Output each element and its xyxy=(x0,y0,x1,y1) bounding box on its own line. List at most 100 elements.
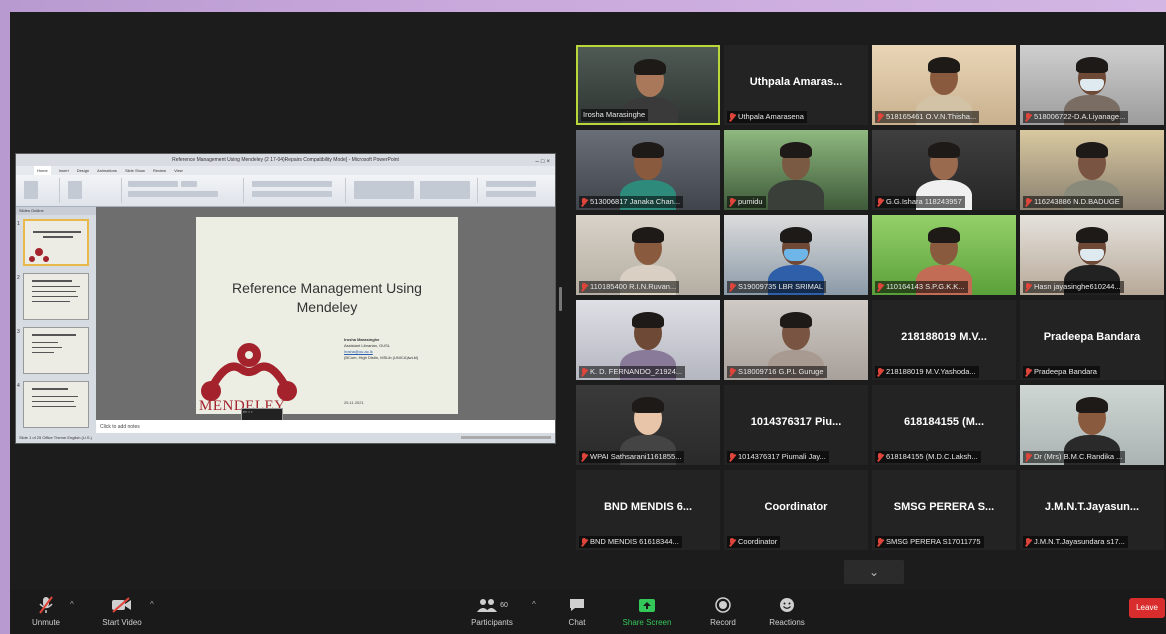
align-icons[interactable] xyxy=(252,191,332,197)
quick-styles[interactable] xyxy=(420,181,470,199)
paste-icon[interactable] xyxy=(24,181,38,199)
font-format-icons[interactable] xyxy=(128,191,218,197)
participant-tile[interactable]: S19009735 LBR SRIMAL xyxy=(724,215,868,295)
participant-display-name: 1014376317 Piu... xyxy=(750,416,842,428)
participant-tile[interactable]: SMSG PERERA S... SMSG PERERA S17011775 xyxy=(872,470,1016,550)
participant-tile[interactable]: Uthpala Amaras... Uthpala Amarasena xyxy=(724,45,868,125)
ribbon-tab[interactable]: Slide Show xyxy=(125,166,145,175)
thumb-number: 1 xyxy=(17,221,20,227)
thumb-line xyxy=(32,401,74,402)
split-resize-handle[interactable] xyxy=(559,287,562,311)
font-name-box[interactable] xyxy=(128,181,178,187)
ribbon-tab[interactable]: Insert xyxy=(59,166,69,175)
start-video-label: Start Video xyxy=(102,618,142,627)
new-slide-icon[interactable] xyxy=(68,181,82,199)
participant-hair xyxy=(928,142,960,158)
ribbon xyxy=(16,175,555,207)
slide-title[interactable]: Reference Management Using Mendeley xyxy=(206,279,448,317)
participant-tile[interactable]: 218188019 M.V... 218188019 M.V.Yashoda... xyxy=(872,300,1016,380)
participant-tile[interactable]: K. D. FERNANDO_21924... xyxy=(576,300,720,380)
shapes-gallery[interactable] xyxy=(354,181,414,199)
slide-editing-canvas[interactable]: Reference Management Using Mendeley MEND… xyxy=(96,207,555,433)
participant-tile[interactable]: BND MENDIS 6... BND MENDIS 61618344... xyxy=(576,470,720,550)
powerpoint-body: Slides Outline 1 2 3 4 Reference Managem… xyxy=(16,207,555,434)
participant-tile[interactable]: 513006817 Janaka Chan... xyxy=(576,130,720,210)
participant-name-label: K. D. FERNANDO_21924... xyxy=(579,366,686,378)
thumb-line xyxy=(32,301,70,302)
participant-name: K. D. FERNANDO_21924... xyxy=(590,367,683,376)
participant-tile[interactable]: Hasn jayasinghe610244... xyxy=(1020,215,1164,295)
slide-thumbnail[interactable] xyxy=(23,273,89,320)
participants-caret-icon[interactable]: ^ xyxy=(532,600,536,609)
audio-options-caret-icon[interactable]: ^ xyxy=(70,600,74,609)
ribbon-tab[interactable]: Animations xyxy=(97,166,117,175)
participant-tile[interactable]: 518006722-D.A.Liyanage... xyxy=(1020,45,1164,125)
participant-tile[interactable]: Coordinator Coordinator xyxy=(724,470,868,550)
participant-tile[interactable]: pumidu xyxy=(724,130,868,210)
current-slide[interactable]: Reference Management Using Mendeley MEND… xyxy=(196,217,458,414)
record-button[interactable]: Record xyxy=(700,594,746,627)
participant-name: Irosha Marasinghe xyxy=(583,110,646,119)
participant-tile[interactable]: J.M.N.T.Jayasun... J.M.N.T.Jayasundara s1… xyxy=(1020,470,1164,550)
muted-mic-icon xyxy=(581,282,587,292)
unmute-button[interactable]: Unmute xyxy=(24,594,68,627)
leave-button[interactable]: Leave xyxy=(1129,598,1165,618)
mendeley-thumb-icon xyxy=(29,248,49,262)
muted-mic-icon xyxy=(877,197,883,207)
participant-name: 518006722-D.A.Liyanage... xyxy=(1034,112,1126,121)
participant-tile[interactable]: Dr (Mrs) B.M.C.Randika ... xyxy=(1020,385,1164,465)
muted-mic-icon xyxy=(877,367,883,377)
participant-tile[interactable]: 110164143 S.P.G.K.K... xyxy=(872,215,1016,295)
reactions-button[interactable]: Reactions xyxy=(762,594,812,627)
shared-screen[interactable]: Reference Management Using Mendeley (2 1… xyxy=(15,153,556,444)
participant-display-name: BND MENDIS 6... xyxy=(603,501,692,513)
thumb-line xyxy=(32,280,72,282)
gallery-collapse-chevron-icon[interactable]: ⌄ xyxy=(844,560,904,584)
chat-button[interactable]: Chat xyxy=(562,594,592,627)
find-icon[interactable] xyxy=(486,181,536,187)
participant-name: Dr (Mrs) B.M.C.Randika ... xyxy=(1034,452,1123,461)
participant-hair xyxy=(780,227,812,243)
replace-icon[interactable] xyxy=(486,191,536,197)
participant-tile[interactable]: 518165461 O.V.N.Thisha... xyxy=(872,45,1016,125)
slide-thumbnail[interactable] xyxy=(23,219,89,266)
thumb-title-line xyxy=(43,236,73,238)
participant-tile[interactable]: G.G.Ishara 118243957 xyxy=(872,130,1016,210)
video-options-caret-icon[interactable]: ^ xyxy=(150,600,154,609)
ribbon-tab[interactable]: Design xyxy=(77,166,89,175)
chat-label: Chat xyxy=(568,618,586,627)
author-line: (BCom, High Distin, MSLib (UNICA)lwLbl) xyxy=(344,355,419,360)
participant-tile[interactable]: S18009716 G.P.L Guruge xyxy=(724,300,868,380)
participant-tile[interactable]: WPAI Sathsarani1161855... xyxy=(576,385,720,465)
participant-name: Pradeepa Bandara xyxy=(1034,367,1097,376)
thumb-number: 3 xyxy=(17,329,20,335)
list-icons[interactable] xyxy=(252,181,332,187)
font-size-box[interactable] xyxy=(181,181,197,187)
participant-tile[interactable]: Irosha Marasinghe xyxy=(576,45,720,125)
participant-name-label: Pradeepa Bandara xyxy=(1023,366,1100,378)
participant-name: S19009735 LBR SRIMAL xyxy=(738,282,824,291)
ribbon-tab[interactable]: Home xyxy=(34,166,51,175)
participant-tile[interactable]: 1014376317 Piu... 1014376317 Piumali Jay.… xyxy=(724,385,868,465)
muted-mic-icon xyxy=(24,594,68,616)
slide-thumbnail[interactable] xyxy=(23,327,89,374)
thumb-line xyxy=(32,296,78,297)
participant-tile[interactable]: Pradeepa Bandara Pradeepa Bandara xyxy=(1020,300,1164,380)
notes-pane[interactable]: Click to add notes xyxy=(96,420,555,434)
ribbon-tab[interactable]: Review xyxy=(153,166,166,175)
share-screen-button[interactable]: Share Screen xyxy=(614,594,680,627)
muted-mic-icon xyxy=(729,537,735,547)
participant-tile[interactable]: 116243886 N.D.BADUGE xyxy=(1020,130,1164,210)
participant-name-label: 116243886 N.D.BADUGE xyxy=(1023,196,1123,208)
start-video-button[interactable]: Start Video xyxy=(94,594,150,627)
participant-name-label: 513006817 Janaka Chan... xyxy=(579,196,684,208)
thumb-title-line xyxy=(33,231,81,233)
participants-button[interactable]: 60 Participants xyxy=(466,594,518,627)
ribbon-tab[interactable]: View xyxy=(174,166,183,175)
zoom-slider[interactable] xyxy=(461,436,551,439)
muted-mic-icon xyxy=(877,452,883,462)
slide-thumbnails-pane[interactable]: Slides Outline 1 2 3 4 xyxy=(16,207,96,433)
participant-tile[interactable]: 618184155 (M... 618184155 (M.D.C.Laksh... xyxy=(872,385,1016,465)
participant-tile[interactable]: 110185400 R.I.N.Ruvan... xyxy=(576,215,720,295)
slide-thumbnail[interactable] xyxy=(23,381,89,428)
